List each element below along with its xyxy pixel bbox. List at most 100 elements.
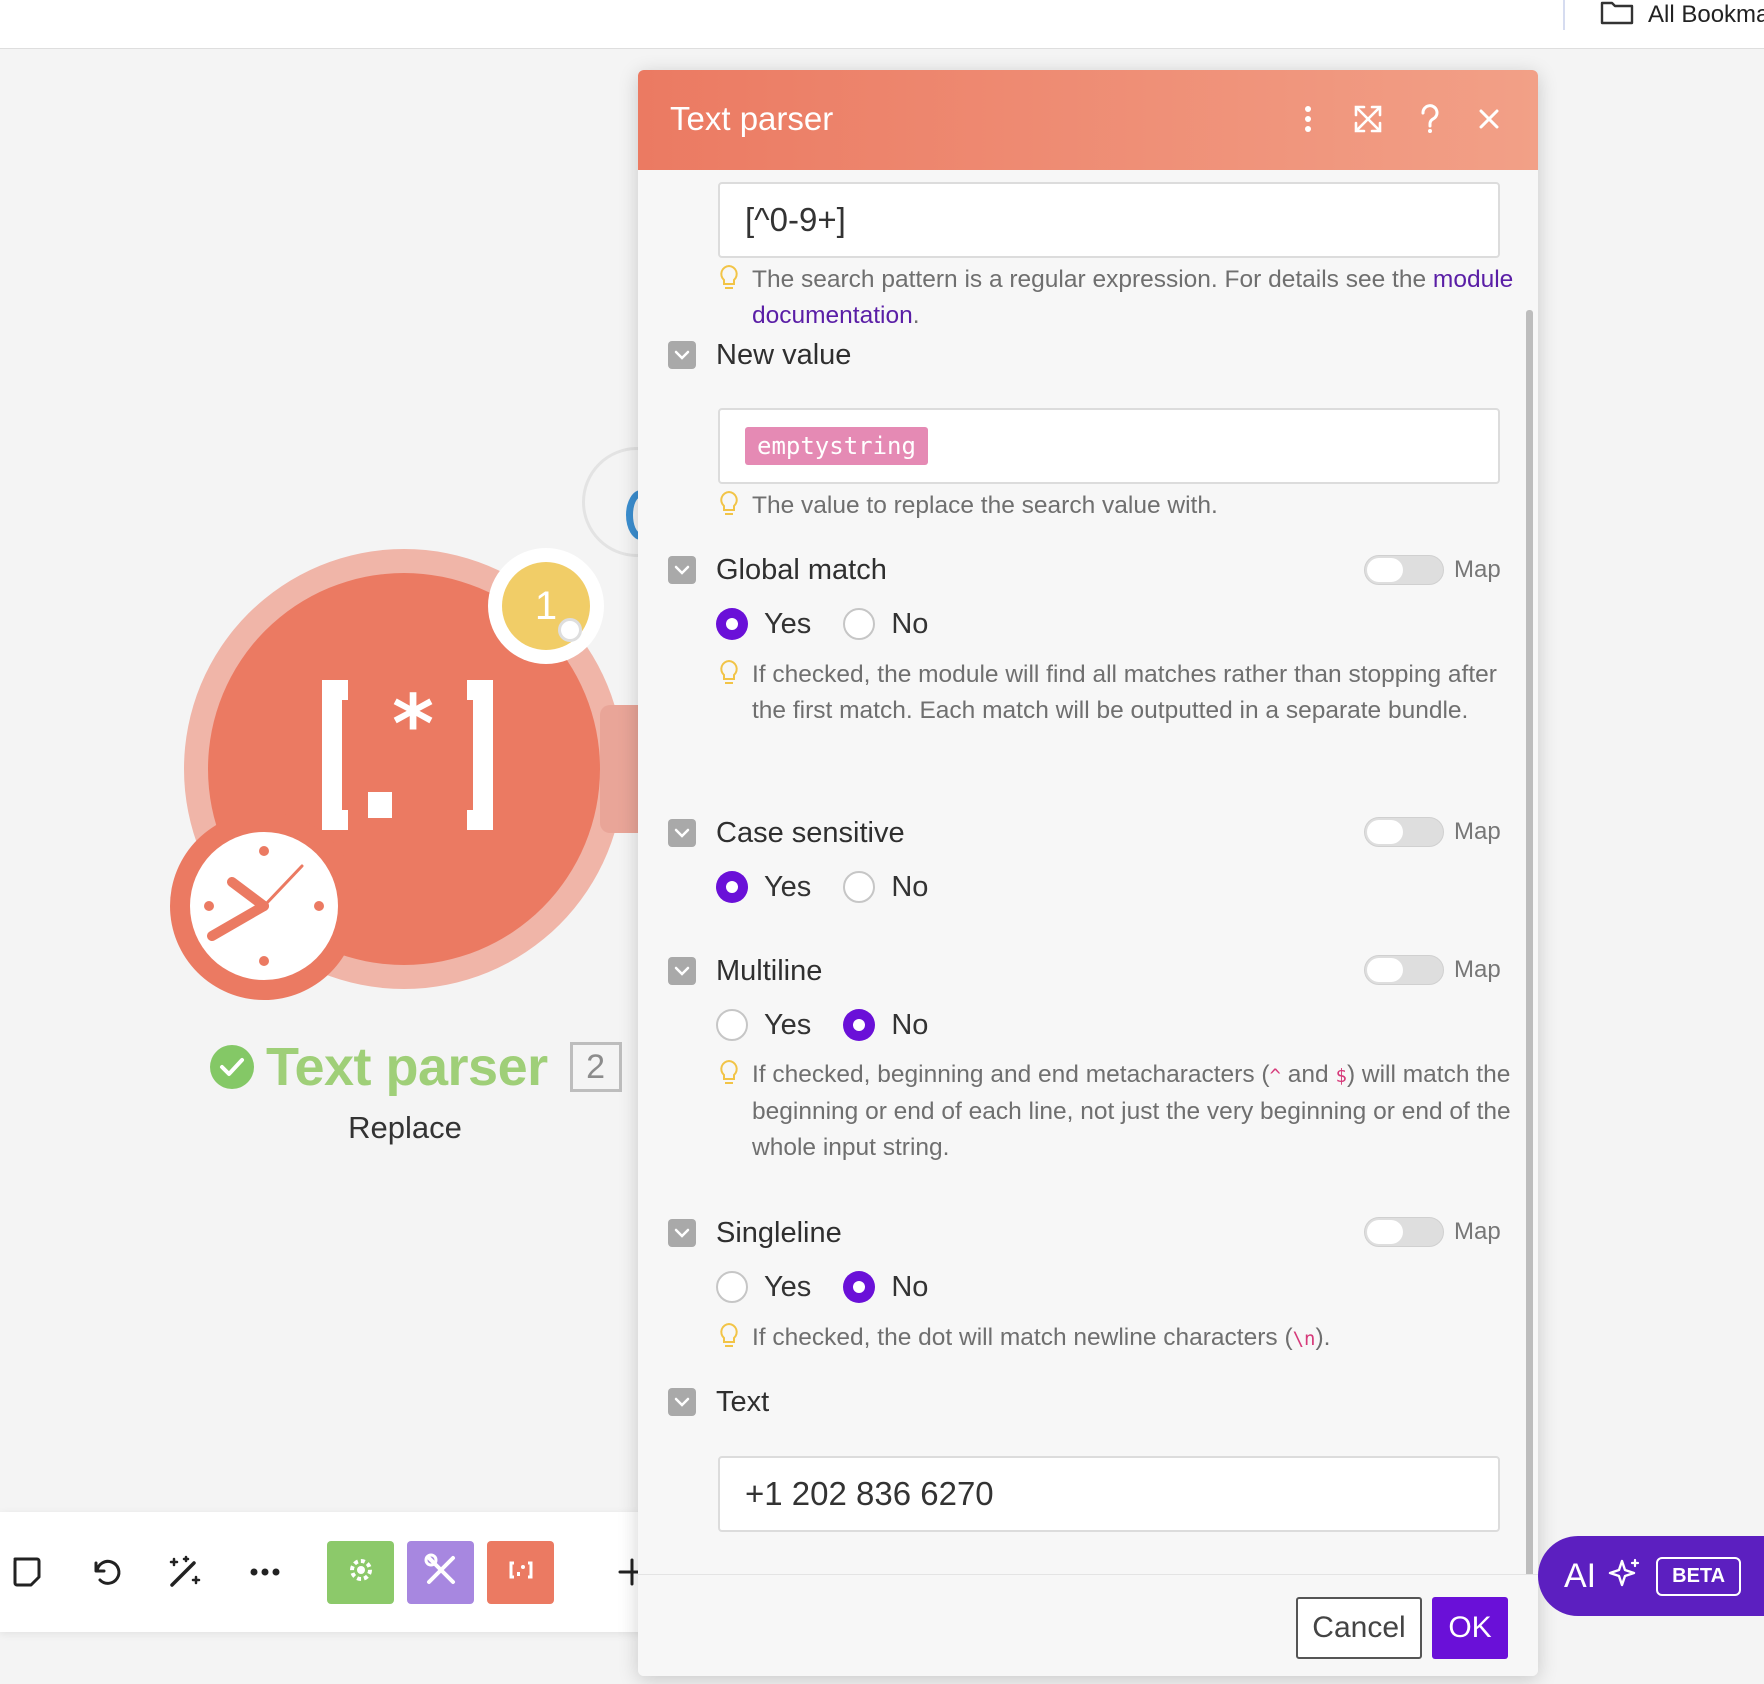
case-sensitive-label-row: Case sensitive [668,813,905,853]
global-match-no-label[interactable]: No [891,608,928,641]
newline-code: \n [1292,1328,1316,1350]
schedule-clock-icon[interactable] [170,812,358,1000]
text-input[interactable]: +1 202 836 6270 [718,1456,1500,1532]
regex-icon [509,1560,533,1585]
all-bookmarks-label: All Bookmarks [1648,1,1764,28]
case-sensitive-yes-radio[interactable] [716,871,748,903]
more-options-icon[interactable] [237,1544,293,1600]
lightbulb-icon [718,1057,752,1166]
pattern-hint: The search pattern is a regular expressi… [718,262,1518,334]
multiline-hint-b: and [1281,1061,1336,1088]
text-parser-tool-button[interactable] [487,1541,554,1604]
case-sensitive-checkbox[interactable] [668,819,696,847]
singleline-map-toggle[interactable]: Map [1364,1215,1501,1249]
new-value-input[interactable]: emptystring [718,408,1500,484]
singleline-hint-b: ). [1315,1324,1331,1351]
all-bookmarks-button[interactable]: All Bookmarks [1600,0,1764,30]
global-match-label-row: Global match [668,550,887,590]
singleline-no-radio[interactable] [843,1271,876,1303]
gear-icon [346,1555,376,1590]
multiline-no-radio[interactable] [843,1009,876,1041]
map-switch[interactable] [1364,817,1444,847]
case-sensitive-radio-group: Yes No [716,867,928,907]
help-icon[interactable] [1405,94,1455,144]
dialog-header: Text parser [638,70,1538,170]
close-icon[interactable] [1464,94,1514,144]
bookmarks-separator [1563,0,1565,30]
map-switch[interactable] [1364,1217,1444,1247]
map-label: Map [1454,556,1501,583]
multiline-map-toggle[interactable]: Map [1364,953,1501,987]
beta-badge: BETA [1656,1556,1742,1596]
module-action-label: Replace [348,1110,462,1145]
ok-button[interactable]: OK [1432,1597,1508,1659]
multiline-checkbox[interactable] [668,957,696,985]
text-label-row: Text [668,1382,769,1422]
dialog-footer: Cancel OK [638,1574,1538,1676]
module-id-badge: 2 [569,1042,622,1092]
lightbulb-icon [718,488,752,525]
expand-icon[interactable] [1343,94,1393,144]
global-match-hint-text: If checked, the module will find all mat… [752,661,1497,724]
global-match-map-toggle[interactable]: Map [1364,553,1501,587]
folder-icon [1600,0,1634,32]
singleline-yes-radio[interactable] [716,1271,748,1303]
singleline-radio-group: Yes No [716,1267,928,1307]
notes-icon[interactable] [0,1544,54,1600]
multiline-no-label[interactable]: No [891,1009,928,1042]
dialog-body[interactable]: [^0-9+] The search pattern is a regular … [638,170,1538,1644]
new-value-label-row: New value [668,335,851,375]
singleline-checkbox[interactable] [668,1219,696,1247]
case-sensitive-map-toggle[interactable]: Map [1364,815,1501,849]
magic-wand-icon[interactable] [157,1544,213,1600]
global-match-radio-group: Yes No [716,604,928,644]
global-match-yes-radio[interactable] [716,608,748,640]
emptystring-pill[interactable]: emptystring [745,427,928,465]
singleline-hint: If checked, the dot will match newline c… [718,1320,1518,1357]
global-match-yes-label[interactable]: Yes [764,608,811,641]
lightbulb-icon [718,657,752,729]
undo-icon[interactable] [77,1544,133,1600]
map-switch[interactable] [1364,955,1444,985]
new-value-checkbox[interactable] [668,341,696,369]
singleline-yes-label[interactable]: Yes [764,1271,811,1304]
multiline-yes-label[interactable]: Yes [764,1009,811,1042]
pattern-hint-text: The search pattern is a regular expressi… [752,266,1433,293]
pattern-input[interactable]: [^0-9+] [718,182,1500,258]
text-value: +1 202 836 6270 [745,1475,994,1512]
case-sensitive-no-label[interactable]: No [891,871,928,904]
singleline-no-label[interactable]: No [891,1271,928,1304]
global-match-checkbox[interactable] [668,556,696,584]
pattern-value: [^0-9+] [745,201,846,238]
multiline-yes-radio[interactable] [716,1009,748,1041]
tools-icon [423,1552,459,1593]
global-match-hint: If checked, the module will find all mat… [718,657,1518,729]
dialog-scrollbar[interactable] [1526,310,1533,1606]
multiline-label: Multiline [716,954,823,987]
multiline-hint-a: If checked, beginning and end metacharac… [752,1061,1270,1088]
svg-text:*: * [392,680,434,771]
ai-assistant-button[interactable]: AI BETA [1538,1536,1764,1616]
multiline-radio-group: Yes No [716,1005,928,1045]
success-check-icon [210,1045,254,1089]
case-sensitive-yes-label[interactable]: Yes [764,871,811,904]
kebab-menu-icon[interactable] [1283,94,1333,144]
tools-button[interactable] [407,1541,474,1604]
text-checkbox[interactable] [668,1388,696,1416]
singleline-label: Singleline [716,1216,842,1249]
global-match-no-radio[interactable] [843,608,876,640]
global-match-label: Global match [716,553,887,586]
map-label: Map [1454,956,1501,983]
scenario-settings-button[interactable] [327,1541,394,1604]
case-sensitive-no-radio[interactable] [843,871,876,903]
module-title[interactable]: Text parser [266,1036,548,1098]
cancel-button[interactable]: Cancel [1296,1597,1422,1659]
map-label: Map [1454,1218,1501,1245]
map-switch[interactable] [1364,555,1444,585]
canvas-toolbar [0,1512,660,1632]
map-label: Map [1454,818,1501,845]
operations-count-badge[interactable]: 1 [488,548,604,664]
multiline-label-row: Multiline [668,951,822,991]
new-value-hint: The value to replace the search value wi… [718,488,1518,525]
singleline-label-row: Singleline [668,1213,842,1253]
